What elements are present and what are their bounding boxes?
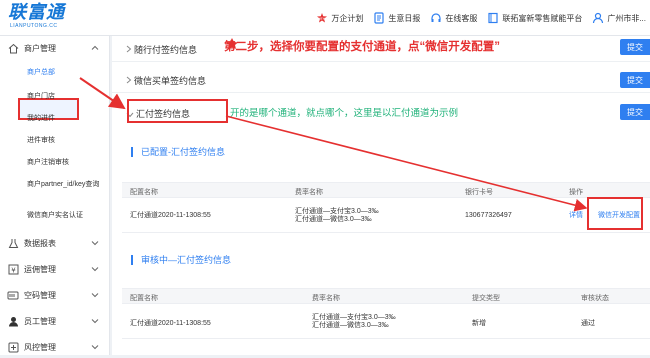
submit-button[interactable]: 提交 [620, 104, 650, 120]
nav-label: 广州市非... [607, 13, 646, 23]
cell-config-name: 汇付通道2020-11-1308:55 [130, 212, 211, 219]
table-row: 汇付通道2020-11-1308:55 汇付通道—支付宝3.0—3‰ 汇付通道—… [122, 305, 650, 339]
nav-label: 万企计划 [331, 13, 364, 23]
nav-retail-platform[interactable]: 联拓富新零售赋能平台 [487, 12, 582, 24]
cell-rate-line1: 汇付通道—支付宝3.0—3‰ [312, 314, 396, 321]
detail-link[interactable]: 详情 [569, 212, 583, 220]
configured-table-header: 配置名称 费率名称 银行卡号 操作 [122, 182, 650, 198]
chevron-up-icon [90, 43, 100, 53]
chevron-right-icon [126, 76, 132, 84]
sidebar-group-commission[interactable]: ¥ 运佣管理 [0, 258, 110, 280]
section-title: 随行付签约信息 [134, 45, 198, 55]
cell-rate-line2: 汇付通道—微信3.0—3‰ [312, 322, 389, 329]
chevron-down-icon [90, 264, 100, 274]
sidebar-group-staff[interactable]: 员工管理 [0, 310, 110, 332]
chevron-down-icon [90, 290, 100, 300]
cell-rate-line2: 汇付通道—微信3.0—3‰ [295, 216, 372, 223]
top-bar: 联富通 LIANPUTONG.CC NEW 万企计划 生意日报 在线客服 联拓富 [0, 0, 650, 36]
cell-bank-card: 130677326497 [465, 212, 512, 219]
sidebar-group-label: 风控管理 [24, 342, 56, 352]
logo-subtext: LIANPUTONG.CC [10, 23, 58, 29]
chevron-right-icon [126, 45, 132, 53]
sidebar-item-wechat-realname[interactable]: 微信商户实名认证 [27, 211, 109, 221]
sidebar-item-onboarding-review[interactable]: 进件审核 [27, 136, 109, 146]
section-title: 微信买单签约信息 [134, 76, 207, 86]
sidebar-group-merchant[interactable]: 商户管理 [0, 37, 110, 59]
new-badge-icon: NEW [316, 12, 328, 24]
nav-online-service[interactable]: 在线客服 [430, 12, 477, 24]
top-nav: NEW 万企计划 生意日报 在线客服 联拓富新零售赋能平台 广州市非... [306, 0, 646, 36]
reviewing-section-title: 审核中—汇付签约信息 [131, 255, 231, 265]
sidebar-item-merchant-hq[interactable]: 商户总部 [27, 68, 109, 78]
annotation-highlight-box [127, 99, 228, 123]
chevron-down-icon [90, 316, 100, 326]
th-config-name: 配置名称 [130, 295, 158, 302]
logo-text: 联富通 [8, 2, 65, 23]
sidebar-group-label: 商户管理 [24, 43, 56, 53]
brand-logo[interactable]: 联富通 LIANPUTONG.CC [8, 3, 70, 33]
section-wechat-pay[interactable]: 微信买单签约信息 提交 [112, 67, 650, 93]
th-bank-card: 银行卡号 [465, 189, 493, 196]
yen-icon: ¥ [7, 263, 19, 275]
book-icon [487, 12, 499, 24]
person-icon [7, 315, 19, 327]
code-icon [7, 289, 19, 301]
sidebar-item-merchant-store[interactable]: 商户门店 [27, 92, 109, 102]
th-submit-type: 提交类型 [472, 295, 500, 302]
headset-icon [430, 12, 442, 24]
cell-config-name: 汇付通道2020-11-1308:55 [130, 320, 211, 327]
submit-button[interactable]: 提交 [620, 72, 650, 88]
svg-text:¥: ¥ [11, 266, 16, 274]
shield-plus-icon [7, 341, 19, 353]
configured-section-title: 已配置-汇付签约信息 [131, 147, 225, 157]
nav-user-account[interactable]: 广州市非... [592, 12, 646, 24]
flask-icon [7, 237, 19, 249]
cell-review-status: 通过 [581, 320, 595, 327]
nav-wanqi-plan[interactable]: NEW 万企计划 [316, 12, 363, 24]
chevron-down-icon [90, 342, 100, 352]
nav-label: 在线客服 [445, 13, 478, 23]
document-icon [373, 12, 385, 24]
chevron-down-icon [90, 238, 100, 248]
sidebar-group-reports[interactable]: 数据报表 [0, 232, 110, 254]
th-actions: 操作 [569, 189, 583, 196]
annotation-highlight-box [587, 197, 643, 230]
sidebar-item-deregistration-review[interactable]: 商户注销审核 [27, 158, 109, 168]
sidebar-item-my-onboarding[interactable]: 我的进件 [27, 114, 109, 124]
sidebar-group-label: 员工管理 [24, 316, 56, 326]
nav-daily-report[interactable]: 生意日报 [373, 12, 420, 24]
cell-submit-type: 新增 [472, 320, 486, 327]
reviewing-table-header: 配置名称 费率名称 提交类型 审核状态 [122, 288, 650, 304]
th-review-status: 审核状态 [581, 295, 609, 302]
nav-label: 联拓富新零售赋能平台 [502, 13, 583, 23]
sidebar-group-label: 运佣管理 [24, 264, 56, 274]
nav-label: 生意日报 [388, 13, 421, 23]
sidebar-group-code[interactable]: 空码管理 [0, 284, 110, 306]
cell-rate-line1: 汇付通道—支付宝3.0—3‰ [295, 208, 379, 215]
svg-text:NEW: NEW [319, 17, 326, 21]
th-rate-name: 费率名称 [295, 189, 323, 196]
main-content: 随行付签约信息 提交 微信买单签约信息 提交 汇付签约信息 提交 第二步，选择你… [112, 36, 650, 355]
home-icon [7, 42, 19, 54]
sidebar: 商户管理 商户总部 商户门店 我的进件 进件审核 商户注销审核 商户partne… [0, 36, 110, 355]
sidebar-group-label: 空码管理 [24, 290, 56, 300]
th-rate-name: 费率名称 [312, 295, 340, 302]
submit-button[interactable]: 提交 [620, 39, 650, 55]
user-icon [592, 12, 604, 24]
annotation-hint: 开的是哪个通道，就点哪个，这里是以汇付通道为示例 [230, 108, 459, 119]
table-row: 汇付通道2020-11-1308:55 汇付通道—支付宝3.0—3‰ 汇付通道—… [122, 199, 650, 233]
th-config-name: 配置名称 [130, 189, 158, 196]
sidebar-item-partner-key-query[interactable]: 商户partner_id/key查询 [27, 180, 107, 190]
annotation-step2: 第二步，选择你要配置的支付通道，点“微信开发配置” [224, 41, 500, 53]
sidebar-group-label: 数据报表 [24, 238, 56, 248]
